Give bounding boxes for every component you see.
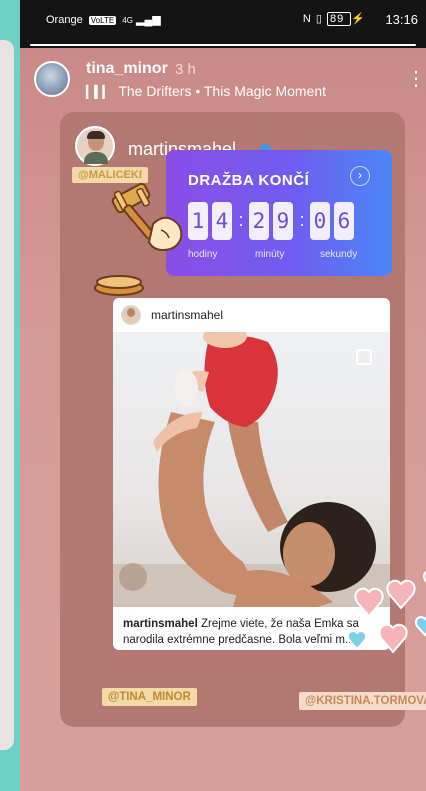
digit-hours-ones: 4 <box>212 202 232 240</box>
mention-sticker-tina-minor[interactable]: @TINA_MINOR <box>102 688 197 706</box>
colon-separator: : <box>238 210 244 230</box>
hearts-icon <box>347 570 426 654</box>
multi-photo-icon <box>356 349 372 365</box>
battery-level: 89 <box>329 13 345 25</box>
post-photo[interactable] <box>113 332 390 607</box>
signal-icon: ▂▄▆ <box>135 14 161 26</box>
avatar-body <box>84 152 108 164</box>
vibrate-icon: ▯ <box>315 13 323 25</box>
story-music-sticker[interactable]: ▎▍▎ The Drifters • This Magic Moment <box>86 83 326 99</box>
music-bars-icon: ▎▍▎ <box>86 85 112 99</box>
sound-block-icon <box>94 275 144 296</box>
countdown-title: DRAŽBA KONČÍ <box>188 172 310 189</box>
avatar-hair <box>87 131 105 139</box>
story-progress-fill <box>30 44 416 46</box>
more-options-button[interactable]: ⋮ <box>406 68 426 90</box>
previous-story-card <box>0 40 14 750</box>
countdown-sticker[interactable]: DRAŽBA KONČÍ › 1 4 : 2 9 : 0 6 hodiny mi… <box>166 150 392 276</box>
status-bar: Orange VoLTE 4G ▂▄▆ N ▯ 89 ⚡ 13:16 <box>20 0 426 40</box>
network-type-label: 4G <box>122 16 133 25</box>
volte-badge: VoLTE <box>88 16 117 25</box>
nfc-icon: N <box>302 13 312 25</box>
digit-minutes-ones: 9 <box>273 202 293 240</box>
digit-minutes-tens: 2 <box>249 202 269 240</box>
avatar-face <box>127 308 135 317</box>
countdown-reminder-button[interactable]: › <box>350 166 370 186</box>
digit-seconds-ones: 6 <box>334 202 354 240</box>
label-minutes: minúty <box>255 249 285 260</box>
post-caption: martinsmahel Zrejme viete, že naša Emka … <box>123 616 383 648</box>
label-seconds: sekundy <box>320 249 358 260</box>
carrier-info: Orange VoLTE 4G ▂▄▆ <box>46 13 161 26</box>
post-author-username[interactable]: martinsmahel <box>151 308 223 322</box>
carrier-label: Orange <box>46 14 83 26</box>
post-header: martinsmahel <box>113 298 390 333</box>
colon-separator: : <box>299 210 305 230</box>
story-viewer[interactable]: Orange VoLTE 4G ▂▄▆ N ▯ 89 ⚡ 13:16 tina_… <box>20 0 426 791</box>
status-icons: N ▯ 89 ⚡ <box>302 12 366 26</box>
previous-story-edge[interactable] <box>0 0 20 791</box>
music-title: The Drifters • This Magic Moment <box>118 83 327 99</box>
digit-seconds-tens: 0 <box>310 202 330 240</box>
charging-icon: ⚡ <box>351 13 366 25</box>
story-author-username[interactable]: tina_minor <box>86 60 168 78</box>
chevron-right-icon: › <box>358 168 362 182</box>
repost-author-avatar[interactable] <box>75 126 115 166</box>
story-timestamp: 3 h <box>175 61 196 78</box>
battery-icon: 89 <box>326 12 352 26</box>
gavel-hand-icon <box>111 182 183 252</box>
story-author-avatar[interactable] <box>34 61 70 97</box>
mention-sticker-kristina-tormova[interactable]: @KRISTINA.TORMOVA <box>299 692 426 710</box>
more-vertical-icon: ⋮ <box>406 68 426 90</box>
countdown-digits: 1 4 : 2 9 : 0 6 <box>188 201 358 241</box>
post-author-avatar[interactable] <box>121 305 141 325</box>
post-photo-illustration <box>113 332 390 607</box>
caption-username[interactable]: martinsmahel <box>123 618 198 630</box>
story-progress-bar <box>30 44 416 46</box>
clock: 13:16 <box>385 12 418 27</box>
